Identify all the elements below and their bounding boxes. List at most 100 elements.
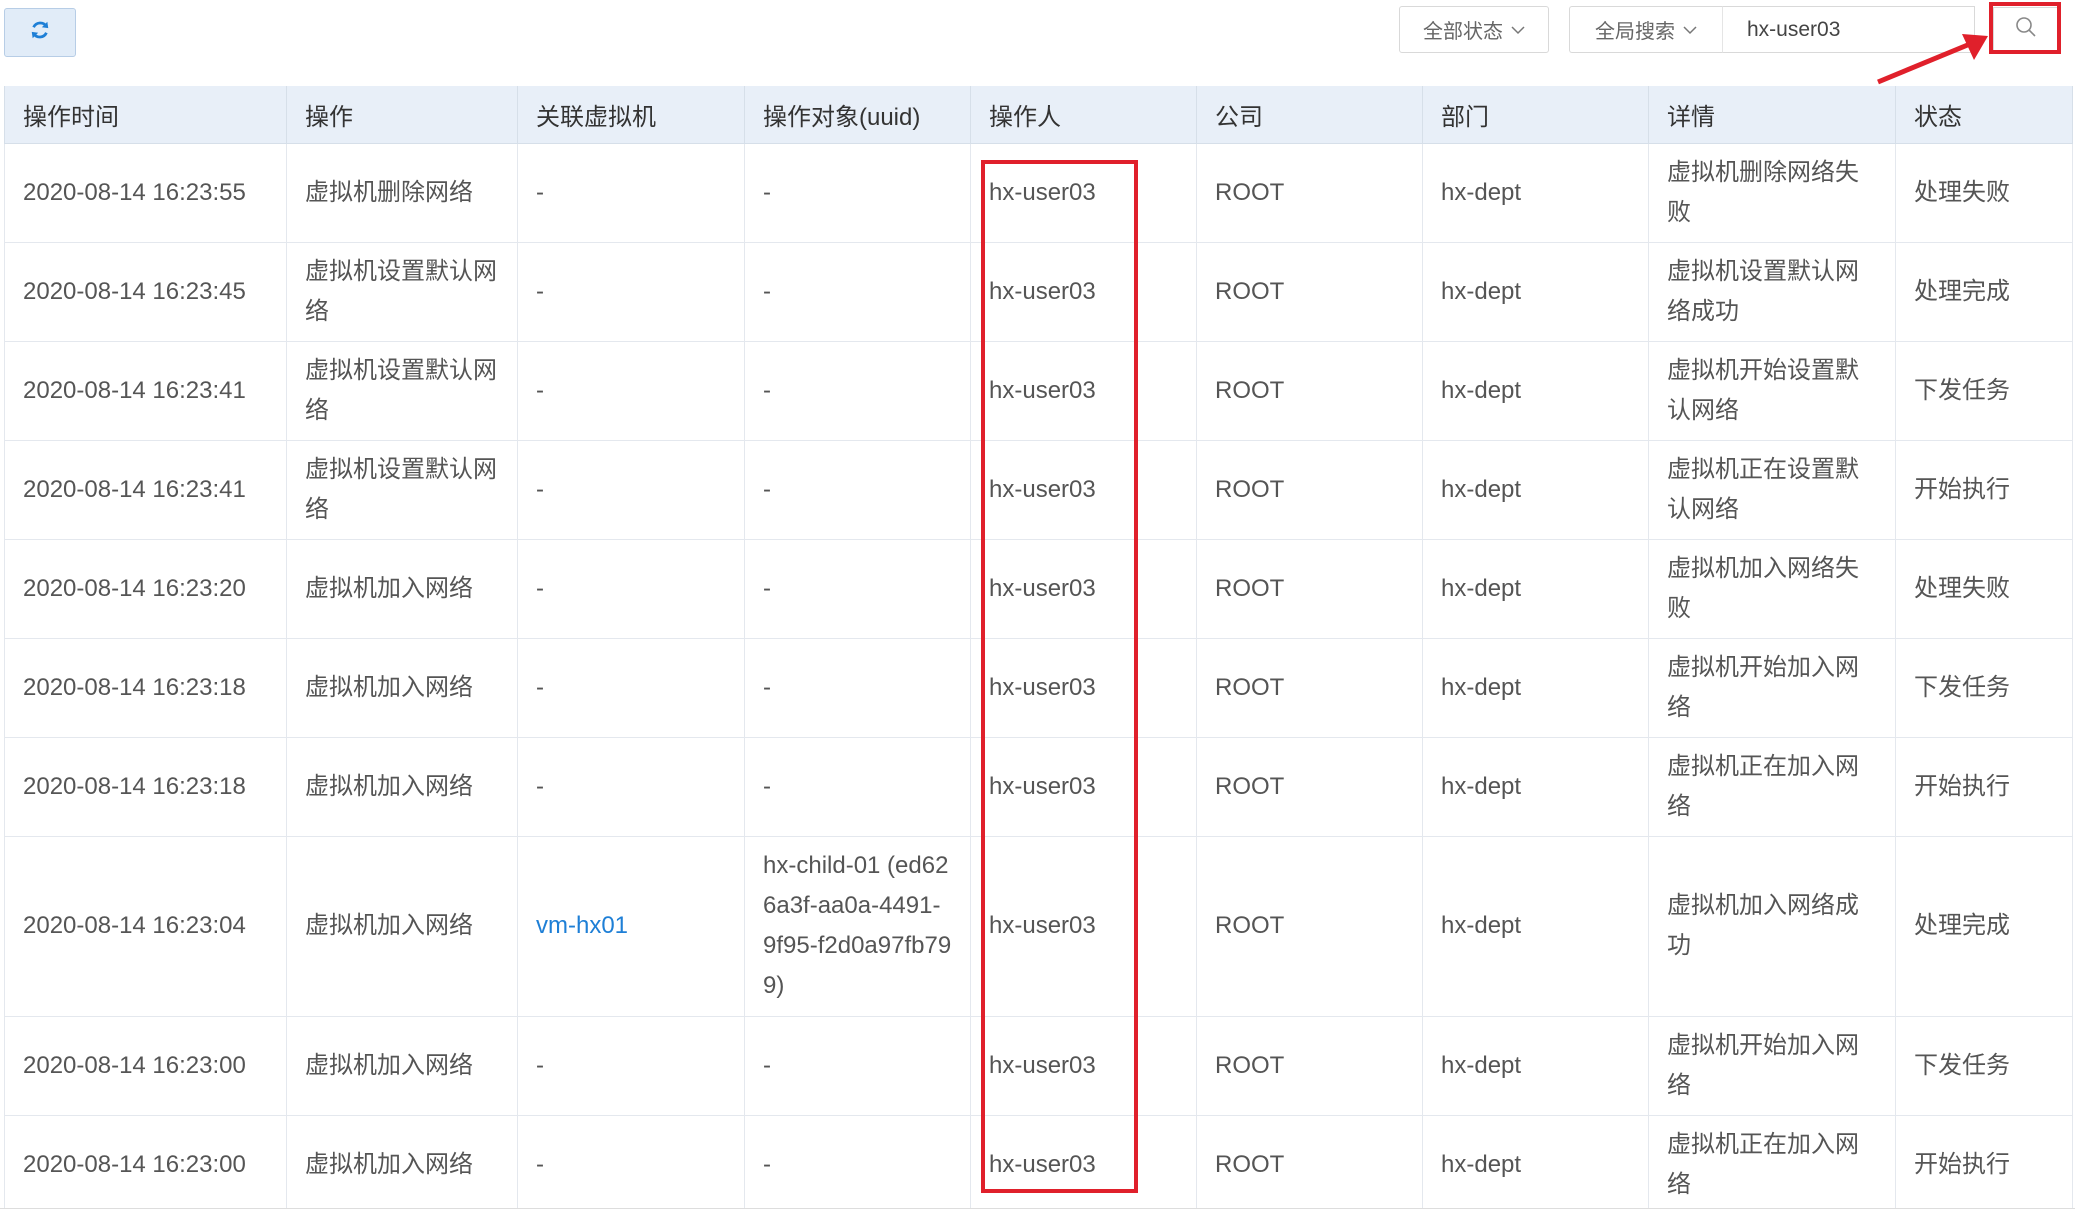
cell-status: 下发任务 — [1895, 340, 2073, 441]
cell-user: hx-user03 — [970, 835, 1197, 1017]
cell-vm: - — [517, 1114, 745, 1209]
cell-detail: 虚拟机正在设置默认网络 — [1648, 439, 1896, 540]
cell-action: 虚拟机加入网络 — [286, 637, 518, 738]
cell-vm: - — [517, 637, 745, 738]
cell-user: hx-user03 — [970, 142, 1197, 243]
cell-target: - — [744, 142, 971, 243]
cell-detail: 虚拟机正在加入网络 — [1648, 1114, 1896, 1209]
cell-user: hx-user03 — [970, 736, 1197, 837]
search-button[interactable] — [1993, 7, 2058, 52]
column-header-dept[interactable]: 部门 — [1422, 86, 1649, 144]
cell-user: hx-user03 — [970, 1114, 1197, 1209]
cell-user: hx-user03 — [970, 241, 1197, 342]
cell-company: ROOT — [1196, 538, 1423, 639]
column-header-detail[interactable]: 详情 — [1648, 86, 1896, 144]
column-header-status[interactable]: 状态 — [1895, 86, 2073, 144]
cell-detail: 虚拟机正在加入网络 — [1648, 736, 1896, 837]
status-filter-select[interactable]: 全部状态 — [1399, 6, 1549, 53]
cell-target: - — [744, 340, 971, 441]
cell-time: 2020-08-14 16:23:18 — [4, 637, 287, 738]
cell-status: 下发任务 — [1895, 1015, 2073, 1116]
cell-time: 2020-08-14 16:23:45 — [4, 241, 287, 342]
cell-action: 虚拟机加入网络 — [286, 1015, 518, 1116]
column-header-user[interactable]: 操作人 — [970, 86, 1197, 144]
refresh-icon — [29, 19, 51, 46]
chevron-down-icon — [1683, 18, 1697, 41]
table-row: 2020-08-14 16:23:20 虚拟机加入网络 - - hx-user0… — [4, 538, 2073, 639]
cell-time: 2020-08-14 16:23:00 — [4, 1015, 287, 1116]
cell-detail: 虚拟机开始加入网络 — [1648, 1015, 1896, 1116]
cell-user: hx-user03 — [970, 340, 1197, 441]
cell-dept: hx-dept — [1422, 340, 1649, 441]
table-row: 2020-08-14 16:23:45 虚拟机设置默认网络 - - hx-use… — [4, 241, 2073, 342]
cell-vm: - — [517, 538, 745, 639]
cell-dept: hx-dept — [1422, 439, 1649, 540]
cell-status: 处理完成 — [1895, 835, 2073, 1017]
cell-company: ROOT — [1196, 439, 1423, 540]
cell-target: - — [744, 736, 971, 837]
cell-vm: - — [517, 439, 745, 540]
cell-vm: - — [517, 340, 745, 441]
column-header-target[interactable]: 操作对象(uuid) — [744, 86, 971, 144]
search-input[interactable] — [1722, 6, 1975, 53]
column-header-company[interactable]: 公司 — [1196, 86, 1423, 144]
status-filter-label: 全部状态 — [1423, 21, 1503, 43]
cell-action: 虚拟机设置默认网络 — [286, 439, 518, 540]
cell-detail: 虚拟机开始加入网络 — [1648, 637, 1896, 738]
cell-status: 处理完成 — [1895, 241, 2073, 342]
cell-detail: 虚拟机加入网络成功 — [1648, 835, 1896, 1017]
table-row: 2020-08-14 16:23:00 虚拟机加入网络 - - hx-user0… — [4, 1114, 2073, 1209]
cell-action: 虚拟机加入网络 — [286, 1114, 518, 1209]
cell-target: hx-child-01 (ed626a3f-aa0a-4491-9f95-f2d… — [744, 835, 971, 1017]
cell-detail: 虚拟机开始设置默认网络 — [1648, 340, 1896, 441]
cell-time: 2020-08-14 16:23:55 — [4, 142, 287, 243]
cell-company: ROOT — [1196, 736, 1423, 837]
cell-target: - — [744, 1015, 971, 1116]
cell-target: - — [744, 241, 971, 342]
cell-company: ROOT — [1196, 637, 1423, 738]
cell-dept: hx-dept — [1422, 835, 1649, 1017]
cell-dept: hx-dept — [1422, 241, 1649, 342]
vm-link[interactable]: vm-hx01 — [517, 835, 745, 1017]
cell-time: 2020-08-14 16:23:00 — [4, 1114, 287, 1209]
cell-target: - — [744, 1114, 971, 1209]
cell-vm: - — [517, 241, 745, 342]
cell-action: 虚拟机设置默认网络 — [286, 340, 518, 441]
cell-action: 虚拟机加入网络 — [286, 835, 518, 1017]
cell-detail: 虚拟机加入网络失败 — [1648, 538, 1896, 639]
search-scope-label: 全局搜索 — [1595, 21, 1675, 43]
cell-company: ROOT — [1196, 142, 1423, 243]
refresh-button[interactable] — [4, 8, 76, 57]
cell-vm: - — [517, 736, 745, 837]
cell-action: 虚拟机删除网络 — [286, 142, 518, 243]
cell-target: - — [744, 439, 971, 540]
cell-time: 2020-08-14 16:23:41 — [4, 439, 287, 540]
cell-company: ROOT — [1196, 340, 1423, 441]
cell-status: 开始执行 — [1895, 1114, 2073, 1209]
cell-detail: 虚拟机删除网络失败 — [1648, 142, 1896, 243]
search-icon — [2015, 16, 2037, 43]
cell-company: ROOT — [1196, 1114, 1423, 1209]
table-row: 2020-08-14 16:23:55 虚拟机删除网络 - - hx-user0… — [4, 142, 2073, 243]
cell-target: - — [744, 538, 971, 639]
cell-status: 处理失败 — [1895, 142, 2073, 243]
cell-time: 2020-08-14 16:23:20 — [4, 538, 287, 639]
search-scope-select[interactable]: 全局搜索 — [1569, 6, 1722, 53]
cell-user: hx-user03 — [970, 439, 1197, 540]
cell-dept: hx-dept — [1422, 736, 1649, 837]
cell-status: 开始执行 — [1895, 439, 2073, 540]
cell-dept: hx-dept — [1422, 538, 1649, 639]
table-row: 2020-08-14 16:23:18 虚拟机加入网络 - - hx-user0… — [4, 736, 2073, 837]
cell-dept: hx-dept — [1422, 637, 1649, 738]
column-header-action[interactable]: 操作 — [286, 86, 518, 144]
column-header-time[interactable]: 操作时间 — [4, 86, 287, 144]
cell-status: 下发任务 — [1895, 637, 2073, 738]
cell-vm: - — [517, 142, 745, 243]
cell-company: ROOT — [1196, 1015, 1423, 1116]
cell-action: 虚拟机加入网络 — [286, 538, 518, 639]
column-header-vm[interactable]: 关联虚拟机 — [517, 86, 745, 144]
table-row: 2020-08-14 16:23:04 虚拟机加入网络 vm-hx01 hx-c… — [4, 835, 2073, 1017]
table-row: 2020-08-14 16:23:41 虚拟机设置默认网络 - - hx-use… — [4, 340, 2073, 441]
table-row: 2020-08-14 16:23:00 虚拟机加入网络 - - hx-user0… — [4, 1015, 2073, 1116]
cell-time: 2020-08-14 16:23:18 — [4, 736, 287, 837]
